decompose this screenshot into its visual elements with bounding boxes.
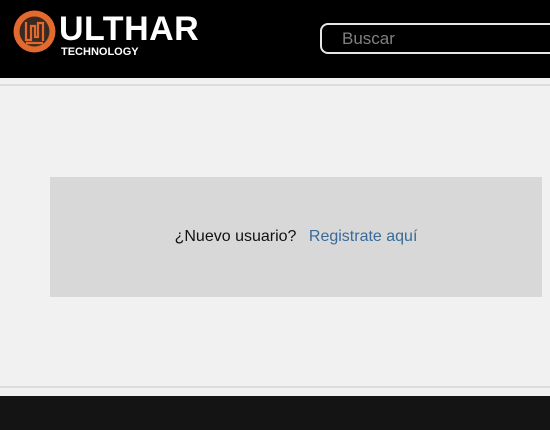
register-link[interactable]: Registrate aquí bbox=[309, 228, 418, 245]
register-panel: ¿Nuevo usuario? Registrate aquí bbox=[50, 177, 542, 297]
search-input[interactable] bbox=[320, 23, 550, 54]
register-row: ¿Nuevo usuario? Registrate aquí bbox=[50, 227, 542, 247]
new-user-question: ¿Nuevo usuario? bbox=[174, 228, 297, 245]
content-bottom-divider bbox=[0, 386, 550, 388]
content-top-divider bbox=[0, 84, 550, 86]
brand-tagline: TECHNOLOGY bbox=[61, 46, 139, 58]
site-header: ULTHAR TECHNOLOGY bbox=[0, 0, 550, 78]
site-footer bbox=[0, 396, 550, 430]
ulthar-logo-icon bbox=[13, 10, 56, 53]
brand-name: ULTHAR bbox=[59, 10, 200, 48]
brand-logo[interactable]: ULTHAR TECHNOLOGY bbox=[13, 10, 200, 62]
